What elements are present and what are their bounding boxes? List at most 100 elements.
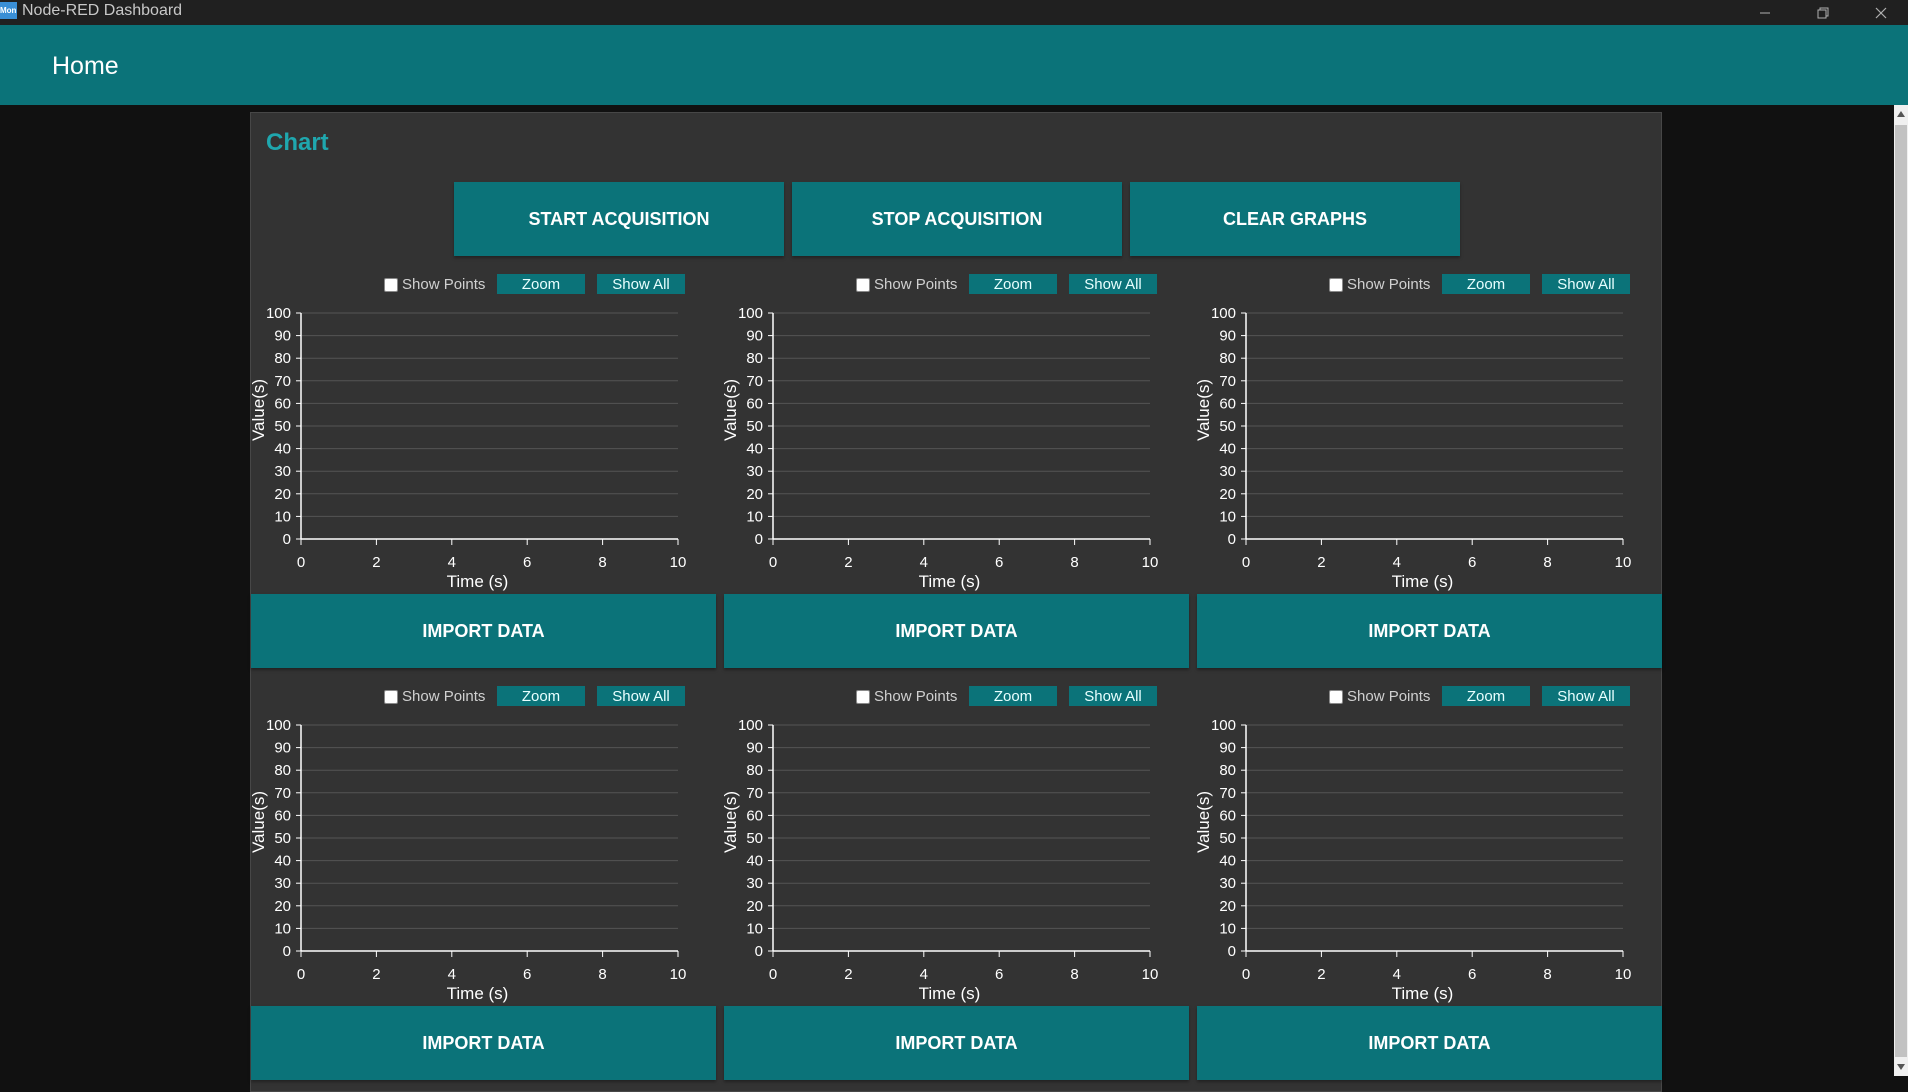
y-tick-label: 90 — [274, 328, 291, 345]
y-tick-label: 60 — [274, 807, 291, 824]
x-tick-label: 8 — [1543, 966, 1551, 983]
x-tick-label: 6 — [1468, 966, 1476, 983]
y-tick-label: 0 — [1228, 531, 1236, 548]
x-tick-label: 10 — [670, 554, 687, 571]
x-axis-label: Time (s) — [919, 984, 981, 1003]
triangle-up-icon — [1897, 111, 1905, 117]
y-tick-label: 10 — [274, 920, 291, 937]
y-tick-label: 70 — [274, 785, 291, 802]
y-tick-label: 70 — [274, 373, 291, 390]
y-tick-label: 20 — [1219, 486, 1236, 503]
x-tick-label: 10 — [1142, 966, 1159, 983]
import-data-button[interactable]: IMPORT DATA — [251, 594, 716, 668]
y-tick-label: 90 — [746, 740, 763, 757]
y-tick-label: 70 — [746, 373, 763, 390]
y-tick-label: 60 — [1219, 395, 1236, 412]
chart-plot: 0 10 20 30 40 50 60 70 80 90 100 0 2 4 6 8 10 Time (s) Val… — [1194, 305, 1631, 591]
chart-panel: Show Points Zoom Show All 0 10 20 30 40 50 60 70 80… — [1194, 683, 1668, 1003]
vertical-scrollbar[interactable] — [1894, 105, 1908, 1076]
scroll-thumb[interactable] — [1895, 125, 1907, 1057]
y-tick-label: 30 — [746, 463, 763, 480]
y-tick-label: 80 — [1219, 350, 1236, 367]
chart-plot: 0 10 20 30 40 50 60 70 80 90 100 0 2 4 6 8 10 Time (s) Val… — [721, 305, 1158, 591]
y-tick-label: 30 — [746, 875, 763, 892]
y-tick-label: 90 — [746, 328, 763, 345]
y-axis-label: Value(s) — [721, 379, 740, 441]
x-axis-label: Time (s) — [447, 572, 509, 591]
y-tick-label: 30 — [1219, 875, 1236, 892]
import-data-button[interactable]: IMPORT DATA — [251, 1006, 716, 1080]
y-tick-label: 70 — [1219, 373, 1236, 390]
x-tick-label: 0 — [1242, 966, 1250, 983]
y-tick-label: 10 — [1219, 920, 1236, 937]
y-tick-label: 60 — [1219, 807, 1236, 824]
x-tick-label: 10 — [1615, 966, 1632, 983]
x-tick-label: 2 — [372, 966, 380, 983]
close-icon — [1875, 7, 1887, 18]
y-tick-label: 50 — [1219, 418, 1236, 435]
y-tick-label: 100 — [738, 717, 763, 734]
x-tick-label: 4 — [920, 554, 928, 571]
y-tick-label: 70 — [746, 785, 763, 802]
y-tick-label: 50 — [274, 418, 291, 435]
x-tick-label: 8 — [598, 554, 606, 571]
y-tick-label: 30 — [274, 875, 291, 892]
x-tick-label: 6 — [1468, 554, 1476, 571]
y-tick-label: 50 — [274, 830, 291, 847]
y-tick-label: 0 — [755, 943, 763, 960]
x-axis-label: Time (s) — [447, 984, 509, 1003]
y-axis-label: Value(s) — [1194, 791, 1213, 853]
x-tick-label: 2 — [1317, 966, 1325, 983]
y-tick-label: 10 — [1219, 508, 1236, 525]
x-tick-label: 0 — [769, 554, 777, 571]
x-tick-label: 4 — [920, 966, 928, 983]
y-tick-label: 50 — [1219, 830, 1236, 847]
y-tick-label: 90 — [1219, 740, 1236, 757]
stop-acquisition-button[interactable]: STOP ACQUISITION — [792, 182, 1122, 256]
chart-plot: 0 10 20 30 40 50 60 70 80 90 100 0 2 4 6 8 10 Time (s) Val… — [249, 717, 687, 1003]
y-axis-label: Value(s) — [1194, 379, 1213, 441]
y-tick-label: 0 — [755, 531, 763, 548]
y-axis-label: Value(s) — [721, 791, 740, 853]
y-tick-label: 60 — [746, 395, 763, 412]
y-axis-label: Value(s) — [249, 379, 268, 441]
x-tick-label: 4 — [1393, 554, 1401, 571]
y-tick-label: 50 — [746, 830, 763, 847]
y-tick-label: 100 — [1211, 305, 1236, 322]
y-tick-label: 60 — [274, 395, 291, 412]
import-data-button[interactable]: IMPORT DATA — [724, 1006, 1189, 1080]
restore-button[interactable] — [1794, 0, 1852, 25]
y-tick-label: 100 — [738, 305, 763, 322]
app-icon: Mon — [0, 2, 17, 19]
x-tick-label: 10 — [670, 966, 687, 983]
x-tick-label: 0 — [297, 966, 305, 983]
y-tick-label: 70 — [1219, 785, 1236, 802]
y-tick-label: 40 — [746, 853, 763, 870]
start-acquisition-button[interactable]: START ACQUISITION — [454, 182, 784, 256]
import-data-button[interactable]: IMPORT DATA — [724, 594, 1189, 668]
group-title: Chart — [266, 129, 329, 156]
x-tick-label: 6 — [523, 554, 531, 571]
x-tick-label: 4 — [448, 554, 456, 571]
y-tick-label: 10 — [274, 508, 291, 525]
x-tick-label: 8 — [1070, 554, 1078, 571]
x-axis-label: Time (s) — [919, 572, 981, 591]
minimize-button[interactable] — [1736, 0, 1794, 25]
y-tick-label: 80 — [746, 350, 763, 367]
y-tick-label: 80 — [274, 350, 291, 367]
chart-group-card: Chart START ACQUISITION STOP ACQUISITION… — [249, 112, 1662, 1092]
y-tick-label: 80 — [746, 762, 763, 779]
x-tick-label: 4 — [448, 966, 456, 983]
y-tick-label: 20 — [274, 486, 291, 503]
x-tick-label: 0 — [297, 554, 305, 571]
y-tick-label: 20 — [1219, 898, 1236, 915]
x-tick-label: 2 — [372, 554, 380, 571]
x-axis-label: Time (s) — [1392, 572, 1454, 591]
chart-panel: Show Points Zoom Show All 0 10 20 30 40 50 60 70 80… — [249, 271, 723, 591]
scroll-down-button[interactable] — [1894, 1060, 1908, 1074]
scroll-up-button[interactable] — [1894, 107, 1908, 121]
import-data-button[interactable]: IMPORT DATA — [1197, 594, 1662, 668]
clear-graphs-button[interactable]: CLEAR GRAPHS — [1130, 182, 1460, 256]
import-data-button[interactable]: IMPORT DATA — [1197, 1006, 1662, 1080]
close-button[interactable] — [1852, 0, 1908, 25]
